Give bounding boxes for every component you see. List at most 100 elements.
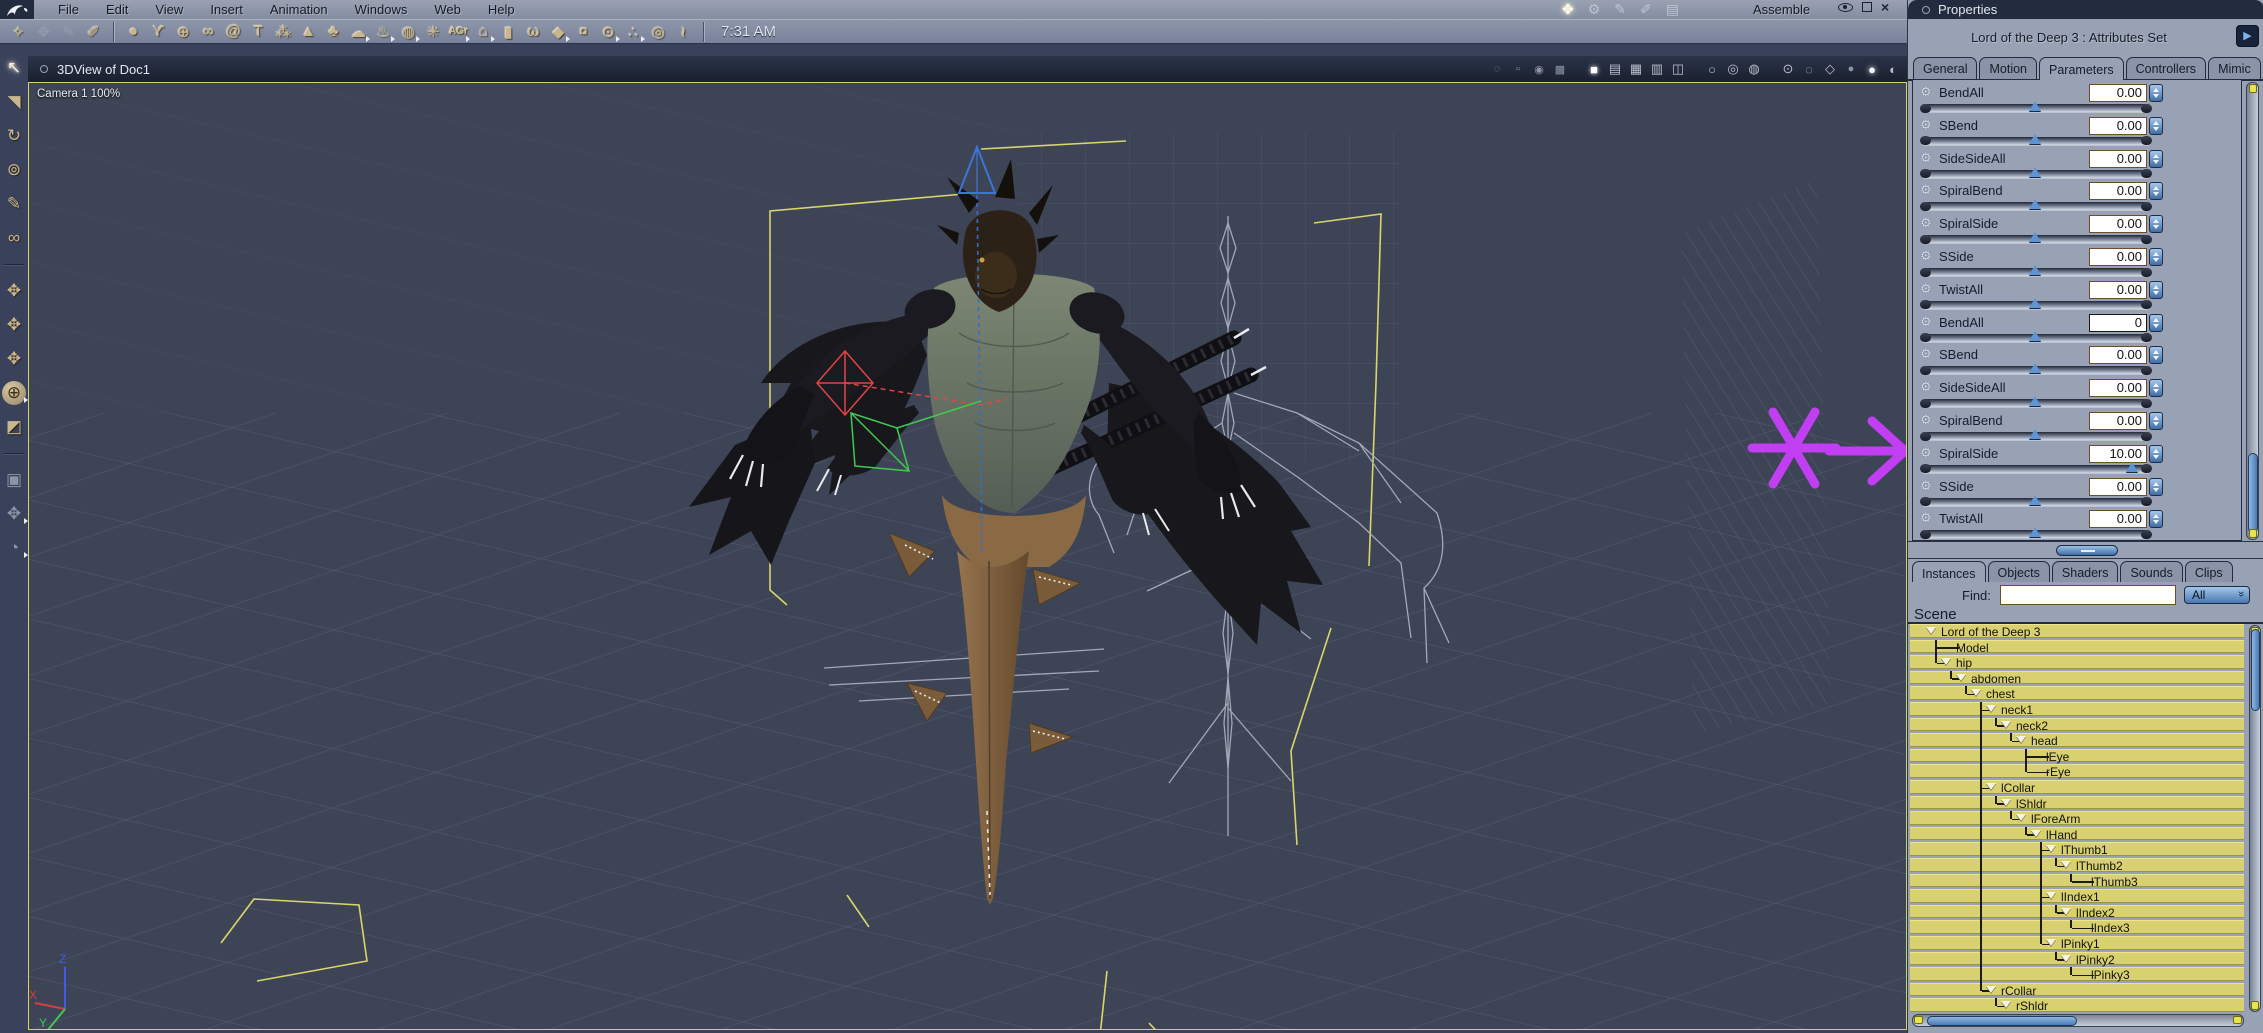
- parameter-value-input[interactable]: 0.00: [2089, 280, 2147, 299]
- viewport-3d[interactable]: Z X Y Camera 1 100%: [28, 82, 1907, 1030]
- camera-view-icon[interactable]: ◉: [1531, 63, 1547, 76]
- text-tool-icon[interactable]: T: [246, 21, 271, 43]
- finger-tool-icon[interactable]: ✐: [81, 21, 106, 43]
- slider-thumb[interactable]: [2029, 396, 2041, 407]
- parameter-value-input[interactable]: 0.00: [2089, 477, 2147, 496]
- expand-triangle-icon[interactable]: [1956, 673, 1966, 681]
- slider-thumb[interactable]: [2029, 166, 2041, 177]
- tree-row[interactable]: lThumb3: [1910, 873, 2244, 890]
- value-stepper[interactable]: [2149, 412, 2163, 430]
- panel-collapse-icon[interactable]: [1922, 5, 1930, 14]
- expand-triangle-icon[interactable]: [2061, 907, 2071, 915]
- gear-icon[interactable]: ⚙: [1920, 478, 1932, 494]
- slider-thumb[interactable]: [2029, 133, 2041, 144]
- slider-thumb[interactable]: [2029, 363, 2041, 374]
- pan-xy-tool-icon[interactable]: ✥: [2, 313, 26, 337]
- expand-triangle-icon[interactable]: [1971, 689, 1981, 697]
- tab-sounds[interactable]: Sounds: [2120, 561, 2183, 582]
- expand-triangle-icon[interactable]: [2046, 892, 2056, 900]
- parameter-slider[interactable]: [1920, 396, 2152, 408]
- tree-row[interactable]: rShldr: [1910, 998, 2244, 1013]
- parameter-slider[interactable]: [1920, 199, 2152, 211]
- render-mode-icon[interactable]: ▤: [1666, 1, 1679, 18]
- bone-icon[interactable]: ≀: [671, 21, 696, 43]
- gear-icon[interactable]: ⚙: [1920, 445, 1932, 461]
- menu-item-edit[interactable]: Edit: [106, 2, 128, 17]
- tree-scroll-bottom-cap[interactable]: [2251, 1001, 2259, 1010]
- expand-triangle-icon[interactable]: [2016, 736, 2026, 744]
- zoom-tool-icon[interactable]: ◔: [2, 536, 28, 560]
- layout-single-icon[interactable]: ■: [1586, 62, 1602, 77]
- value-stepper[interactable]: [2149, 510, 2163, 529]
- wire-cube-icon[interactable]: ◇: [1822, 61, 1838, 77]
- value-stepper[interactable]: [2149, 84, 2163, 102]
- parameter-slider[interactable]: [1920, 494, 2152, 507]
- menu-item-insert[interactable]: Insert: [210, 2, 243, 17]
- gear-icon[interactable]: ⚙: [1920, 215, 1932, 231]
- menu-item-file[interactable]: File: [58, 2, 79, 17]
- panel-menu-arrow-icon[interactable]: ▶: [2236, 25, 2259, 47]
- parameter-value-input[interactable]: 0.00: [2089, 149, 2147, 168]
- filter-dropdown[interactable]: All »: [2184, 586, 2250, 604]
- bank-tool-icon[interactable]: ◩: [2, 415, 26, 439]
- tree-hscroll-thumb[interactable]: [1927, 1015, 2077, 1026]
- fire-icon[interactable]: ♨: [371, 21, 396, 43]
- maximize-icon[interactable]: [1862, 2, 1872, 12]
- sphere-primitive-icon[interactable]: ●: [121, 21, 146, 43]
- tree-hscroll-left-cap[interactable]: [1914, 1016, 1923, 1024]
- expand-triangle-icon[interactable]: [2061, 861, 2071, 868]
- shader-sphere-icon[interactable]: ◍: [396, 21, 421, 43]
- slider-thumb[interactable]: [2029, 527, 2041, 538]
- slider-thumb[interactable]: [2029, 265, 2041, 275]
- tree-row[interactable]: lThumb1: [1910, 842, 2244, 858]
- tree-row[interactable]: Lord of the Deep 3: [1910, 624, 2244, 639]
- capsule-icon[interactable]: ▮: [496, 21, 521, 43]
- send-view-icon[interactable]: ▫: [1510, 63, 1526, 75]
- value-stepper[interactable]: [2149, 477, 2163, 496]
- find-input[interactable]: [2000, 585, 2176, 605]
- parameters-scrollbar[interactable]: [2246, 82, 2259, 540]
- gear-icon[interactable]: ⚙: [1920, 314, 1932, 330]
- cone-primitive-icon[interactable]: ϒ: [146, 21, 171, 43]
- parameter-slider[interactable]: [1920, 265, 2152, 277]
- slider-thumb[interactable]: [2029, 199, 2041, 210]
- link-tool-icon[interactable]: ∞: [2, 226, 26, 250]
- tab-mimic[interactable]: Mimic: [2208, 57, 2261, 80]
- layout-2pane-icon[interactable]: ▤: [1607, 61, 1623, 77]
- parameter-slider[interactable]: [1920, 363, 2152, 375]
- parameter-slider[interactable]: [1920, 330, 2152, 343]
- camera-icon[interactable]: ⊙: [596, 21, 621, 43]
- parameter-slider[interactable]: [1920, 166, 2152, 179]
- value-stepper[interactable]: [2149, 215, 2163, 234]
- wand-tool-icon[interactable]: ✧: [6, 21, 31, 43]
- pan-y-tool-icon[interactable]: ✥: [2, 347, 26, 371]
- spiral-icon[interactable]: @: [221, 21, 246, 43]
- expand-triangle-icon[interactable]: [2046, 845, 2056, 853]
- parameter-slider[interactable]: [1920, 101, 2152, 113]
- tree-row[interactable]: lPinky2: [1910, 951, 2244, 968]
- panel-splitter[interactable]: [1908, 541, 2263, 559]
- tree-row[interactable]: hip: [1910, 655, 2244, 670]
- gear-icon[interactable]: ⚙: [1920, 281, 1932, 297]
- expand-triangle-icon[interactable]: [2001, 1001, 2011, 1009]
- value-stepper[interactable]: [2149, 149, 2163, 168]
- parameter-value-input[interactable]: 0.00: [2089, 215, 2147, 234]
- tab-general[interactable]: General: [1913, 57, 1978, 80]
- slider-thumb[interactable]: [2029, 101, 2041, 111]
- parameter-slider[interactable]: [1920, 429, 2152, 441]
- parameter-value-input[interactable]: 0.00: [2089, 412, 2147, 430]
- gear-icon[interactable]: ⚙: [1920, 248, 1932, 264]
- tree-hscroll-right-cap[interactable]: [2233, 1016, 2242, 1024]
- tree-icon[interactable]: ♣: [321, 21, 346, 43]
- slider-thumb[interactable]: [2029, 429, 2041, 439]
- layout-L-icon[interactable]: ◫: [1670, 61, 1686, 77]
- particles-icon[interactable]: ⁂: [271, 21, 296, 43]
- tree-row[interactable]: neck1: [1910, 702, 2244, 718]
- parameter-value-input[interactable]: 0.00: [2089, 84, 2147, 102]
- value-stepper[interactable]: [2149, 182, 2163, 201]
- gear-icon[interactable]: ⚙: [1920, 412, 1932, 428]
- scrollbar-thumb[interactable]: [2247, 453, 2258, 533]
- scrollbar-top-cap[interactable]: [2248, 84, 2257, 93]
- gear-icon[interactable]: ⚙: [1920, 150, 1932, 166]
- preview-wire-globe2-icon[interactable]: ◎: [1725, 61, 1741, 77]
